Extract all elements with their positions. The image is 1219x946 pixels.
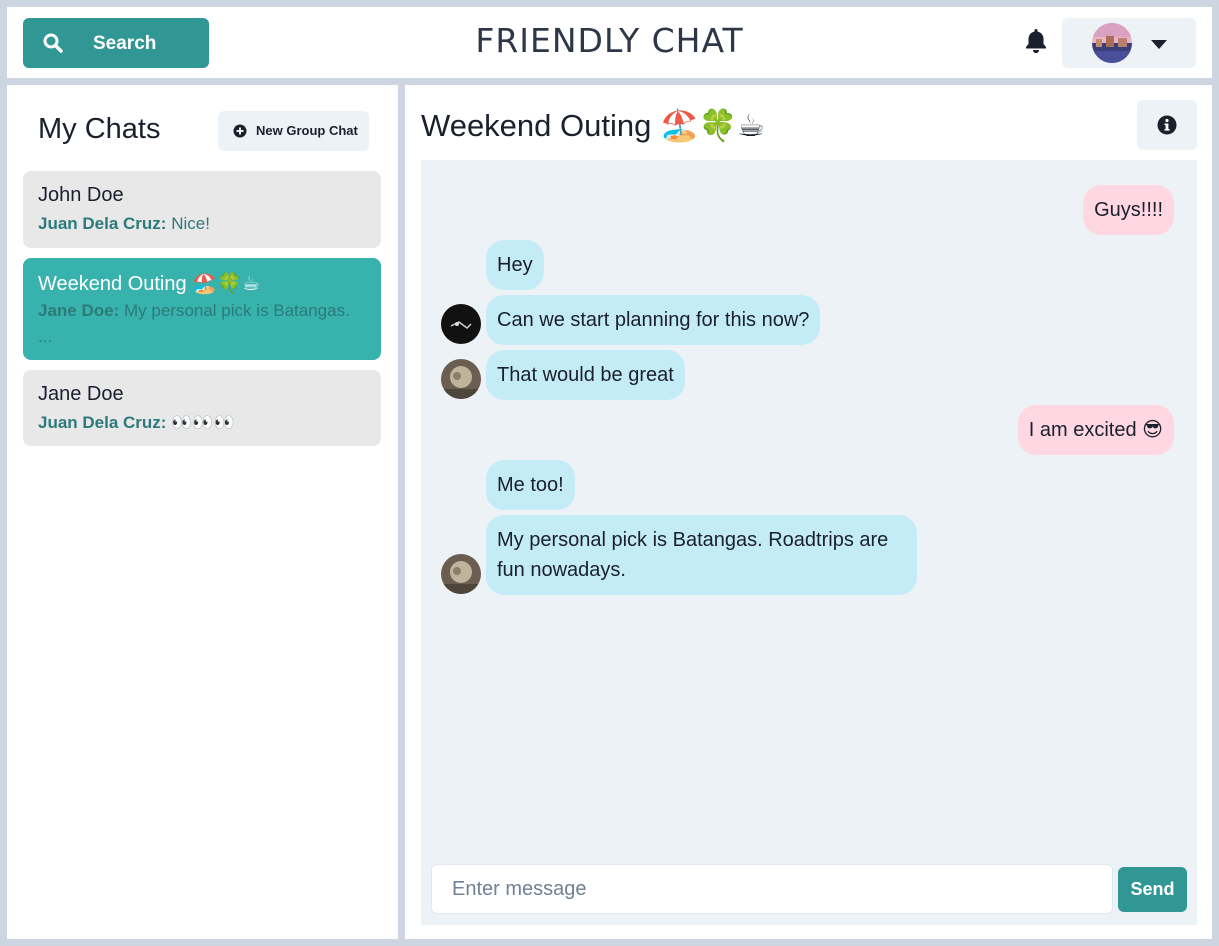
chat-list-panel: My Chats New Group Chat John Doe Juan De… [7, 85, 398, 939]
chat-panel: Weekend Outing 🏖️🍀☕ Guys!!!! Hey Can we … [405, 85, 1212, 939]
chat-info-button[interactable] [1137, 100, 1197, 150]
avatar [441, 554, 481, 594]
avatar [441, 359, 481, 399]
avatar [441, 304, 481, 344]
chat-name: Jane Doe [38, 383, 124, 405]
avatar [1092, 23, 1132, 63]
chat-list-item-jane-doe[interactable]: Jane Doe Juan Dela Cruz: 👀👀👀 [23, 370, 381, 446]
message-input[interactable] [431, 864, 1113, 914]
chat-name: Weekend Outing 🏖️🍀☕ [38, 273, 260, 295]
chat-name: John Doe [38, 184, 124, 206]
message-bubble-sent: Guys!!!! [1083, 185, 1174, 235]
message-bubble-received: That would be great [486, 350, 685, 400]
plus-circle-icon [233, 124, 247, 138]
preview-sender: Juan Dela Cruz: [38, 214, 167, 233]
preview-sender: Juan Dela Cruz: [38, 413, 167, 432]
message-bubble-sent: I am excited 😎 [1017, 405, 1174, 455]
top-header: Search FRIENDLY CHAT [7, 7, 1212, 78]
new-group-chat-label: New Group Chat [256, 123, 358, 138]
send-button[interactable]: Send [1118, 867, 1187, 912]
message-bubble-received: Hey [486, 240, 544, 290]
chat-title: Weekend Outing 🏖️🍀☕ [421, 108, 765, 143]
message-area: Guys!!!! Hey Can we start planning for t… [421, 160, 1197, 925]
chat-list-item-john-doe[interactable]: John Doe Juan Dela Cruz: Nice! [23, 171, 381, 248]
chevron-down-icon [1150, 37, 1168, 49]
new-group-chat-button[interactable]: New Group Chat [218, 111, 369, 151]
preview-text: Nice! [171, 214, 210, 233]
profile-menu-button[interactable] [1062, 18, 1196, 68]
preview-text: 👀👀👀 [171, 413, 235, 432]
my-chats-title: My Chats [38, 113, 161, 145]
bell-icon[interactable] [1024, 28, 1048, 54]
chat-list-item-weekend-outing[interactable]: Weekend Outing 🏖️🍀☕ Jane Doe: My persona… [23, 258, 381, 360]
message-bubble-received: Me too! [486, 460, 575, 510]
chat-preview: Juan Dela Cruz: Nice! [38, 211, 368, 237]
chat-preview: Juan Dela Cruz: 👀👀👀 [38, 410, 368, 436]
message-bubble-received: My personal pick is Batangas. Roadtrips … [486, 515, 917, 595]
message-bubble-received: Can we start planning for this now? [486, 295, 821, 345]
preview-sender: Jane Doe: [38, 301, 120, 320]
chat-preview: Jane Doe: My personal pick is Batangas. … [38, 298, 368, 350]
